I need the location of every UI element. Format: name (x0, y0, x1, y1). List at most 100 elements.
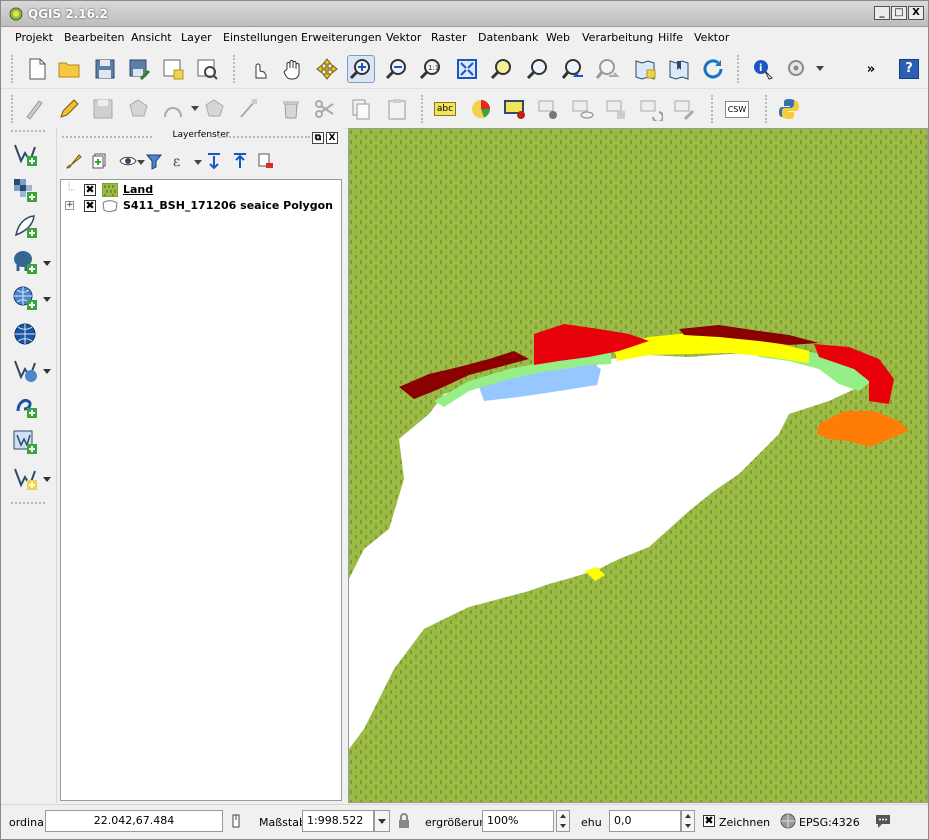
title-bar[interactable]: QGIS 2.16.2 _ □ X (1, 1, 928, 27)
close-button[interactable]: X (908, 6, 924, 20)
add-wfs-layer-button[interactable] (11, 356, 39, 384)
filter-legend-button[interactable] (144, 151, 164, 171)
identify-features-button[interactable]: i (749, 55, 777, 83)
python-console-button[interactable] (775, 95, 803, 123)
save-project-button[interactable] (91, 55, 119, 83)
show-labels-button[interactable] (569, 95, 597, 123)
wfs-dropdown-arrow-icon[interactable] (43, 369, 51, 374)
layers-panel-header[interactable]: Layerfenster ⧉ X (58, 130, 344, 144)
menu-erweiterungen[interactable]: Erweiterungen (301, 31, 382, 44)
coordinate-field[interactable]: 22.042,67.484 (45, 810, 223, 832)
toolbar-grip[interactable] (11, 502, 45, 505)
remove-layer-button[interactable] (256, 151, 276, 171)
toggle-extents-button[interactable] (227, 812, 245, 830)
manage-visibility-button[interactable] (118, 151, 138, 171)
action-dropdown-arrow-icon[interactable] (816, 66, 824, 71)
move-feature-button[interactable] (201, 95, 229, 123)
layer-row-seaice[interactable]: + ✖ S411_BSH_171206 seaice Polygon (61, 198, 341, 214)
pan-map-button[interactable] (279, 55, 307, 83)
map-canvas[interactable] (348, 128, 928, 803)
zoom-next-button[interactable] (593, 55, 621, 83)
open-project-button[interactable] (55, 55, 83, 83)
wms-dropdown-arrow-icon[interactable] (43, 297, 51, 302)
layer-labeling-button[interactable]: abc (431, 95, 459, 123)
save-as-button[interactable] (125, 55, 153, 83)
change-label-button[interactable] (671, 95, 699, 123)
run-feature-action-button[interactable] (783, 55, 811, 83)
show-hide-labels-button[interactable] (535, 95, 563, 123)
crs-button[interactable] (779, 812, 797, 830)
menu-verarbeitung[interactable]: Verarbeitung (582, 31, 653, 44)
render-checkbox[interactable]: ✖ (703, 815, 715, 827)
refresh-button[interactable] (699, 55, 727, 83)
new-print-composer-button[interactable] (159, 55, 187, 83)
layer-visibility-checkbox[interactable]: ✖ (84, 200, 96, 212)
new-shapefile-button[interactable] (11, 464, 39, 492)
add-delimited-text-button[interactable] (11, 212, 39, 240)
new-project-button[interactable] (23, 55, 51, 83)
toolbar-grip[interactable] (421, 95, 424, 123)
layer-visibility-checkbox[interactable]: ✖ (84, 184, 96, 196)
zoom-full-button[interactable] (453, 55, 481, 83)
toolbar-grip[interactable] (711, 95, 714, 123)
menu-vektor[interactable]: Vektor (386, 31, 421, 44)
menu-web[interactable]: Web (546, 31, 570, 44)
scale-dropdown-arrow-icon[interactable] (374, 810, 390, 832)
add-group-button[interactable] (90, 151, 110, 171)
add-circular-string-button[interactable] (159, 95, 187, 123)
menu-raster[interactable]: Raster (431, 31, 466, 44)
composer-manager-button[interactable] (193, 55, 221, 83)
help-button[interactable]: ? (895, 55, 923, 83)
csw-metasearch-button[interactable]: CSW (723, 95, 751, 123)
layer-diagram-button[interactable] (467, 95, 495, 123)
menu-hilfe[interactable]: Hilfe (658, 31, 683, 44)
zoom-out-button[interactable] (383, 55, 411, 83)
collapse-all-button[interactable] (230, 151, 250, 171)
minimize-button[interactable]: _ (874, 6, 890, 20)
current-edits-button[interactable] (21, 95, 49, 123)
filter-by-expression-button[interactable]: ε (170, 151, 190, 171)
menu-datenbank[interactable]: Datenbank (478, 31, 538, 44)
cut-features-button[interactable] (311, 95, 339, 123)
toolbar-grip[interactable] (737, 55, 740, 83)
add-mssql-layer-button[interactable] (11, 428, 39, 456)
layer-tree[interactable]: ✖ Land + ✖ S411_BSH_171206 seaice Polygo… (60, 179, 342, 801)
move-label-button[interactable] (603, 95, 631, 123)
menu-projekt[interactable]: Projekt (15, 31, 53, 44)
toolbar-grip[interactable] (11, 95, 14, 123)
toolbar-grip[interactable] (765, 95, 768, 123)
rotation-field[interactable]: 0,0 (609, 810, 681, 832)
save-layer-edits-button[interactable] (89, 95, 117, 123)
add-feature-button[interactable] (125, 95, 153, 123)
rotation-spinner[interactable] (681, 810, 695, 832)
panel-float-button[interactable]: ⧉ (312, 132, 324, 144)
postgis-dropdown-arrow-icon[interactable] (43, 261, 51, 266)
rotate-label-button[interactable] (637, 95, 665, 123)
delete-selected-button[interactable] (277, 95, 305, 123)
panel-close-button[interactable]: X (326, 132, 338, 144)
circular-dropdown-arrow-icon[interactable] (191, 106, 199, 111)
add-spatialite-layer-button[interactable] (11, 392, 39, 420)
pin-labels-button[interactable] (501, 95, 529, 123)
map-view[interactable] (349, 129, 927, 802)
new-layer-dropdown-arrow-icon[interactable] (43, 477, 51, 482)
zoom-in-button[interactable] (347, 55, 375, 83)
add-postgis-layer-button[interactable] (11, 248, 39, 276)
copy-features-button[interactable] (347, 95, 375, 123)
magnifier-field[interactable]: 100% (482, 810, 554, 832)
maximize-button[interactable]: □ (891, 6, 907, 20)
toolbar-grip[interactable] (11, 130, 45, 133)
touch-zoom-button[interactable] (245, 55, 273, 83)
layer-row-land[interactable]: ✖ Land (61, 182, 341, 198)
menu-ansicht[interactable]: Ansicht (131, 31, 172, 44)
toolbar-grip[interactable] (11, 55, 14, 83)
add-vector-layer-button[interactable] (11, 140, 39, 168)
zoom-native-button[interactable]: 1:1 (417, 55, 445, 83)
paste-features-button[interactable] (383, 95, 411, 123)
menu-vektor-2[interactable]: Vektor (694, 31, 729, 44)
node-tool-button[interactable] (235, 95, 263, 123)
add-wms-layer-button[interactable] (11, 284, 39, 312)
add-wcs-layer-button[interactable] (11, 320, 39, 348)
magnifier-spinner[interactable] (556, 810, 570, 832)
expand-all-button[interactable] (204, 151, 224, 171)
